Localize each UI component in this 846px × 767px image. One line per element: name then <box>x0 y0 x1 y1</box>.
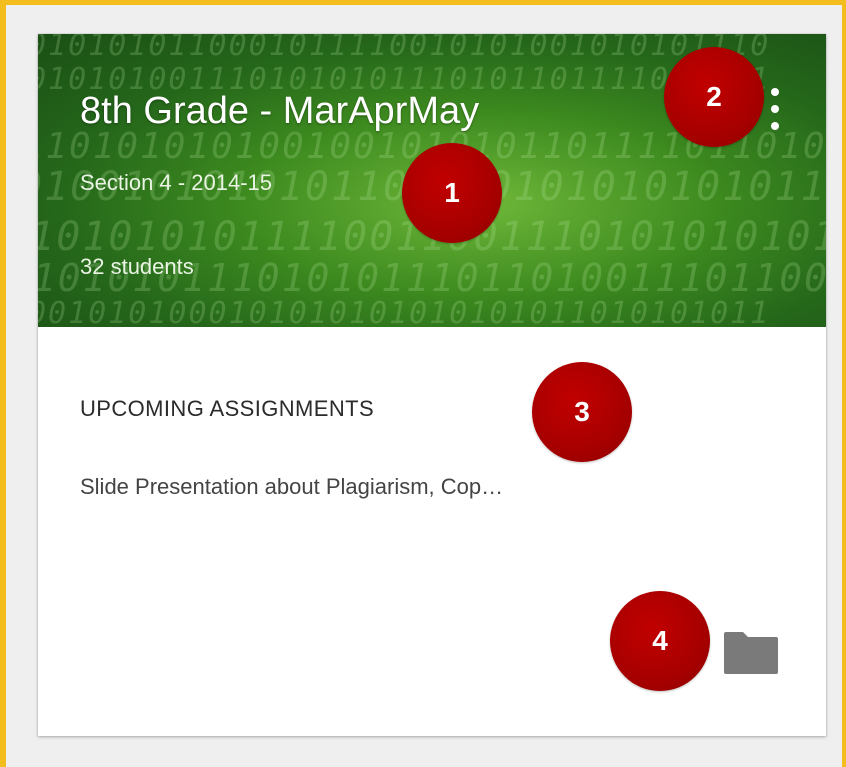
callout-number: 4 <box>652 625 668 656</box>
folder-icon[interactable] <box>723 628 779 674</box>
callout-number: 3 <box>574 396 590 427</box>
callout-marker-4: 4 <box>610 591 710 691</box>
class-title[interactable]: 8th Grade - MarAprMay <box>80 90 479 133</box>
student-count[interactable]: 32 students <box>80 254 194 280</box>
callout-number: 1 <box>444 177 460 208</box>
callout-marker-3: 3 <box>532 362 632 462</box>
callout-marker-2: 2 <box>664 47 764 147</box>
more-vert-icon[interactable] <box>764 88 786 130</box>
callout-number: 2 <box>706 81 722 112</box>
upcoming-assignment-link[interactable]: Slide Presentation about Plagiarism, Cop… <box>80 474 503 500</box>
screenshot-frame: 0101010110001011110010101001010101110 01… <box>0 0 846 767</box>
class-section: Section 4 - 2014-15 <box>80 170 273 195</box>
upcoming-assignments-heading: UPCOMING ASSIGNMENTS <box>80 396 375 421</box>
callout-marker-1: 1 <box>402 143 502 243</box>
